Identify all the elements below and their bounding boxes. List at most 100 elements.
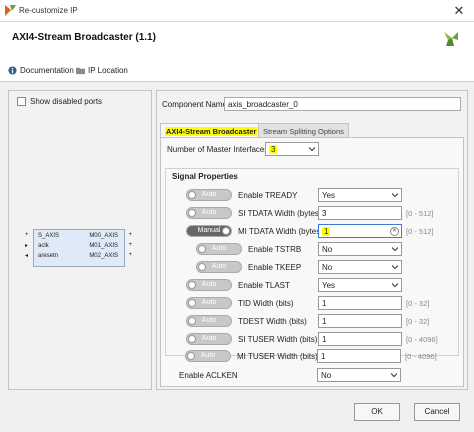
toggle-label: Auto [211,263,227,270]
tab-broadcaster-label: AXI4-Stream Broadcaster [165,127,258,136]
row-label: SI TDATA Width (bytes) [238,209,322,218]
tkeep-select[interactable]: No [318,260,402,274]
toggle-knob [198,263,206,271]
row-label: TID Width (bits) [238,299,294,308]
aresetn-pin-icon: ◂ [25,253,29,259]
tlast-auto-toggle[interactable]: Auto [186,279,232,291]
tdest-field[interactable]: 1 [318,314,402,328]
m02-plus-icon: + [128,252,132,258]
pin-aclk: aclk [38,243,49,249]
num-master-select[interactable]: 3 [265,142,319,156]
folder-icon [76,67,85,75]
tstrb-auto-toggle[interactable]: Auto [196,243,242,255]
symbol-pane: Show disabled ports + S_AXIS ▸ aclk ◂ ar… [8,90,152,390]
mi-tdata-manual-toggle[interactable]: Manual [186,225,232,237]
toggle-knob [188,335,196,343]
ip-location-label: IP Location [88,66,128,75]
title-bar: Re-customize IP ✕ [0,0,474,22]
row-value: Yes [322,281,336,290]
chevron-down-icon [392,247,398,252]
vivado-app-icon [5,5,16,16]
component-name-input[interactable]: axis_broadcaster_0 [224,97,461,111]
tid-auto-toggle[interactable]: Auto [186,297,232,309]
toggle-label: Auto [200,352,216,359]
checkbox-box[interactable] [17,97,26,106]
close-icon[interactable]: ✕ [444,0,474,22]
tab-broadcaster[interactable]: AXI4-Stream Broadcaster [160,123,263,138]
mi-tuser-field[interactable]: 1 [317,349,401,363]
row-label: MI TDATA Width (bytes) [238,227,323,236]
toggle-knob [188,191,196,199]
config-pane: Component Name axis_broadcaster_0 AXI4-S… [156,90,468,390]
tready-auto-toggle[interactable]: Auto [186,189,232,201]
num-master-value: 3 [269,145,278,154]
si-tdata-field[interactable]: 3 [318,206,402,220]
chevron-down-icon [392,265,398,270]
toggle-knob [222,227,230,235]
range-hint: [0 - 32] [406,317,430,326]
chevron-down-icon [392,283,398,288]
range-hint: [0 - 32] [406,299,430,308]
pin-aresetn: aresetn [38,253,59,259]
toggle-label: Auto [201,209,217,216]
documentation-link[interactable]: Documentation [8,66,74,75]
toggle-knob [198,245,206,253]
row-label: TDEST Width (bits) [238,317,307,326]
toggle-label: Auto [201,335,217,342]
range-hint: [0 - 4096] [405,352,437,361]
toggle-knob [188,209,196,217]
si-tdata-auto-toggle[interactable]: Auto [186,207,232,219]
info-icon [8,66,17,75]
row-label: MI TUSER Width (bits) [237,352,318,361]
show-disabled-checkbox[interactable]: Show disabled ports [17,97,102,106]
toggle-knob [188,299,196,307]
tkeep-auto-toggle[interactable]: Auto [196,261,242,273]
m01-plus-icon: + [128,242,132,248]
aclken-select[interactable]: No [317,368,401,382]
dialog-header: AXI4-Stream Broadcaster (1.1) [0,22,474,60]
si-tuser-auto-toggle[interactable]: Auto [186,333,232,345]
aclk-pin-icon: ▸ [25,243,29,249]
chevron-down-icon [309,147,315,152]
toggle-knob [188,281,196,289]
range-hint: [0 - 4096] [406,335,438,344]
xilinx-logo-icon [444,32,458,46]
range-hint: [0 - 512] [406,227,434,236]
m00-plus-icon: + [128,232,132,238]
tab-stream-splitting[interactable]: Stream Splitting Options [258,123,349,138]
chevron-down-icon [391,373,397,378]
tdest-auto-toggle[interactable]: Auto [186,315,232,327]
toggle-label: Auto [201,191,217,198]
toggle-knob [188,317,196,325]
num-master-label: Number of Master Interfaces [167,145,269,154]
row-label: Enable TSTRB [248,245,302,254]
tlast-select[interactable]: Yes [318,278,402,292]
tid-field[interactable]: 1 [318,296,402,310]
cancel-button[interactable]: Cancel [414,403,460,421]
row-label: Enable TKEEP [248,263,302,272]
component-name-label: Component Name [162,100,227,109]
ip-location-link[interactable]: IP Location [76,66,128,75]
mi-tdata-field[interactable]: 1 ✕ [318,224,402,238]
show-disabled-label: Show disabled ports [30,97,103,106]
toggle-label: Auto [201,299,217,306]
row-value: No [322,263,333,272]
mi-tuser-auto-toggle[interactable]: Auto [185,350,231,362]
pin-m02-axis: M02_AXIS [89,253,118,259]
signal-properties-title: Signal Properties [172,172,238,181]
header-links: Documentation IP Location [0,60,474,82]
documentation-label: Documentation [20,66,74,75]
toggle-label: Auto [211,245,227,252]
ok-button[interactable]: OK [354,403,400,421]
signal-properties-group: Signal Properties Auto Enable TREADY Yes… [165,168,459,356]
aclken-value: No [321,371,332,380]
tready-select[interactable]: Yes [318,188,402,202]
tab-body: Number of Master Interfaces 3 Signal Pro… [160,137,464,387]
toggle-label: Manual [197,227,221,234]
pin-m01-axis: M01_AXIS [89,243,118,249]
clear-icon[interactable]: ✕ [390,227,399,236]
tstrb-select[interactable]: No [318,242,402,256]
row-label: Enable TLAST [238,281,290,290]
si-tuser-field[interactable]: 1 [318,332,402,346]
toggle-label: Auto [201,281,217,288]
